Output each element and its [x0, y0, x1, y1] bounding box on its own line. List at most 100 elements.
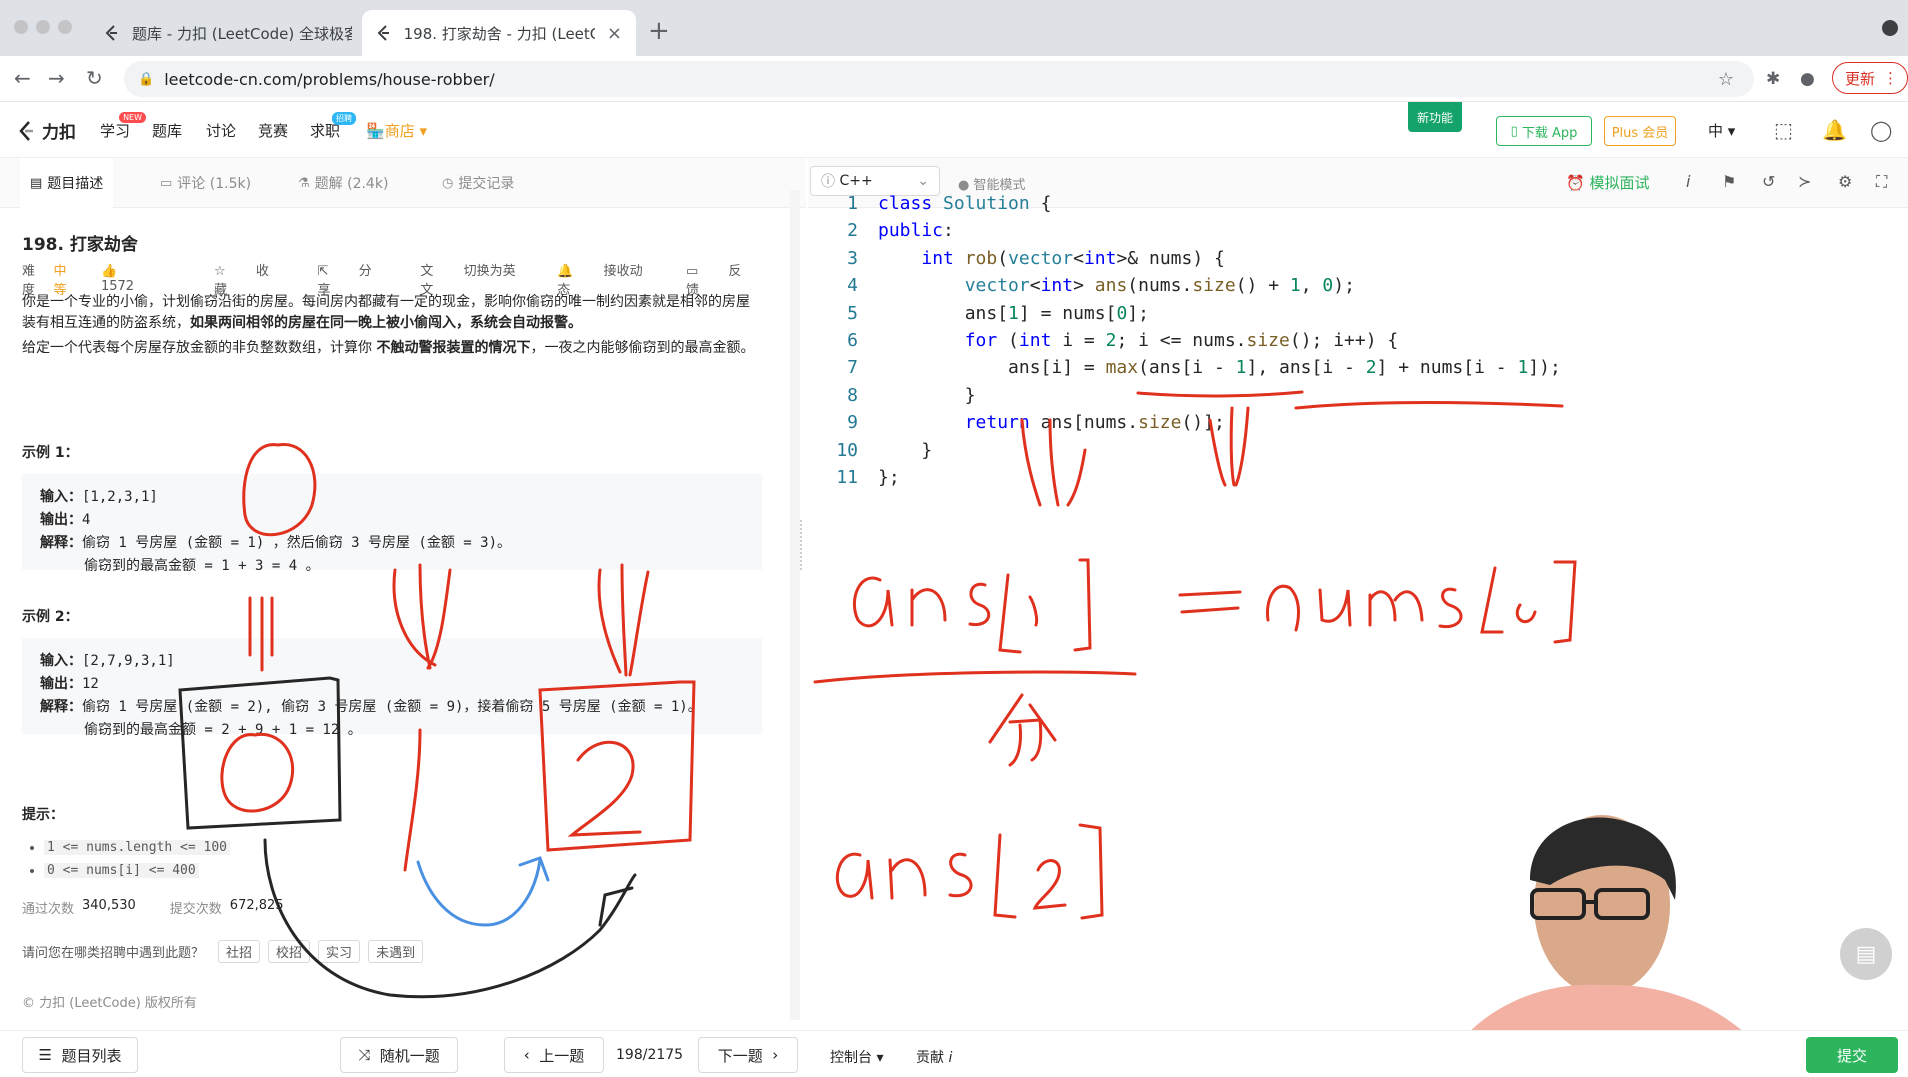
- browser-toolbar: ← → ↻ 🔒 leetcode-cn.com/problems/house-r…: [0, 56, 1908, 102]
- survey-option-campus[interactable]: 校招: [268, 940, 311, 963]
- reset-icon[interactable]: ↺: [1762, 172, 1775, 191]
- new-tab-button[interactable]: +: [648, 16, 670, 46]
- tab-description[interactable]: ▤ 题目描述: [20, 158, 114, 208]
- list-icon: ☰: [38, 1046, 52, 1064]
- nav-jobs[interactable]: 求职 招聘: [310, 112, 357, 141]
- tab-label: 提交记录: [458, 176, 515, 192]
- chevron-right-icon: ›: [772, 1046, 779, 1064]
- more-icon: ⋮: [1883, 69, 1899, 87]
- submissions-label: 提交次数: [169, 902, 222, 917]
- back-icon[interactable]: ←: [14, 66, 31, 90]
- survey-option-social[interactable]: 社招: [218, 940, 261, 963]
- hint-code: 1 <= nums.length <= 100: [44, 840, 231, 855]
- logo-text: 力扣: [42, 123, 76, 143]
- fullscreen-icon[interactable]: ⛶: [1876, 172, 1887, 192]
- para1-bold: 如果两间相邻的房屋在同一晚上被小偷闯入，系统会自动报警。: [190, 315, 582, 331]
- example2-explain2: 偷窃到的最高金额 = 2 + 9 + 1 = 12 。: [84, 722, 362, 738]
- shuffle-icon: ⤨: [358, 1046, 371, 1064]
- tab-submissions[interactable]: ◷ 提交记录: [442, 158, 514, 208]
- notification-bell-icon[interactable]: 🔔: [1822, 118, 1847, 142]
- panel-divider[interactable]: [790, 190, 800, 1020]
- resize-handle[interactable]: [800, 520, 803, 570]
- browser-update-button[interactable]: 更新 ⋮: [1832, 62, 1908, 94]
- terminal-icon[interactable]: ≻: [1798, 172, 1811, 191]
- reload-icon[interactable]: ↻: [86, 66, 103, 90]
- new-feature-badge[interactable]: 新功能: [1408, 102, 1462, 132]
- tab-solutions[interactable]: ⚗ 题解 (2.4k): [298, 158, 388, 208]
- site-navbar: 力扣 学习 NEW 题库 讨论 竞赛 求职 招聘 🏪商店 ▾ 新功能 ▯ 下载 …: [0, 102, 1908, 158]
- hints-heading: 提示：: [22, 807, 64, 823]
- language-select[interactable]: 中 ▾: [1708, 120, 1735, 141]
- nav-learn[interactable]: 学习 NEW: [100, 112, 147, 141]
- extensions-icon[interactable]: ✱: [1766, 69, 1780, 89]
- submit-button[interactable]: 提交: [1806, 1037, 1898, 1073]
- like-button[interactable]: 👍 1572: [101, 264, 188, 294]
- explain-label: 解释：: [40, 535, 82, 551]
- example2-input: [2,7,9,3,1]: [82, 653, 175, 669]
- next-problem-button[interactable]: 下一题 ›: [698, 1037, 798, 1073]
- chevron-down-icon: ⌄: [917, 173, 929, 189]
- contribute-label: 贡献: [916, 1050, 944, 1066]
- problem-counter: 198/2175: [616, 1047, 684, 1063]
- notebook-icon: ▤: [1855, 941, 1877, 967]
- maximize-window-dot[interactable]: [58, 20, 72, 34]
- download-app-button[interactable]: ▯ 下载 App: [1496, 116, 1592, 146]
- interview-icon[interactable]: ⬚: [1774, 118, 1793, 142]
- plus-member-button[interactable]: Plus 会员: [1604, 116, 1676, 146]
- info-italic-icon[interactable]: i: [1686, 172, 1690, 191]
- problem-list-button[interactable]: ☰ 题目列表: [22, 1037, 138, 1073]
- tab-search-icon[interactable]: [1882, 20, 1898, 36]
- flag-icon[interactable]: ⚑: [1722, 172, 1736, 191]
- accepted-count: 340,530: [82, 898, 136, 913]
- prev-problem-button[interactable]: ‹ 上一题: [504, 1037, 604, 1073]
- avatar[interactable]: ◯: [1870, 118, 1892, 142]
- forward-icon[interactable]: →: [48, 66, 65, 90]
- leetcode-logo-icon: [19, 120, 33, 141]
- contribute-link[interactable]: 贡献 i: [916, 1047, 952, 1067]
- settings-gear-icon[interactable]: ⚙: [1838, 172, 1852, 191]
- close-window-dot[interactable]: [14, 20, 28, 34]
- survey-option-intern[interactable]: 实习: [318, 940, 361, 963]
- thumbs-up-icon: 👍: [100, 264, 118, 279]
- example1-output: 4: [82, 512, 91, 528]
- survey-option-none[interactable]: 未遇到: [368, 940, 424, 963]
- tab-label: 题解 (2.4k): [314, 176, 389, 192]
- phone-icon: ▯: [1510, 123, 1518, 139]
- download-label: 下载 App: [1521, 125, 1578, 141]
- tab-label: 评论 (1.5k): [177, 176, 252, 192]
- para2-text-b: ，一夜之内能够偷窃到的最高金额。: [530, 340, 755, 356]
- browser-tabstrip: 题库 - 力扣 (LeetCode) 全球极客… × 198. 打家劫舍 - 力…: [0, 0, 1908, 56]
- nav-shop[interactable]: 🏪商店 ▾: [366, 120, 427, 141]
- hints-list: 1 <= nums.length <= 100 0 <= nums[i] <= …: [44, 836, 231, 882]
- flask-icon: ⚗: [298, 175, 310, 191]
- input-label: 输入：: [40, 489, 82, 505]
- profile-icon[interactable]: ●: [1800, 69, 1815, 89]
- note-fab-button[interactable]: ▤: [1840, 928, 1892, 980]
- console-toggle[interactable]: 控制台 ▾: [830, 1047, 883, 1067]
- browser-tab-house-robber[interactable]: 198. 打家劫舍 - 力扣 (LeetCode) ×: [362, 10, 636, 56]
- site-logo[interactable]: 力扣: [18, 118, 76, 143]
- url-text: leetcode-cn.com/problems/house-robber/: [164, 69, 495, 89]
- update-label: 更新: [1845, 69, 1876, 88]
- tab-comments[interactable]: ▭ 评论 (1.5k): [160, 158, 251, 208]
- shop-label: 商店: [384, 122, 415, 140]
- nav-contest[interactable]: 竞赛: [258, 120, 288, 141]
- tab-title: 题库 - 力扣 (LeetCode) 全球极客…: [132, 24, 352, 43]
- lock-icon: 🔒: [138, 71, 155, 87]
- copyright: © 力扣 (LeetCode) 版权所有: [22, 996, 197, 1011]
- nav-problems[interactable]: 题库: [152, 120, 182, 141]
- prev-label: 上一题: [539, 1046, 585, 1065]
- address-bar[interactable]: 🔒 leetcode-cn.com/problems/house-robber/…: [124, 61, 1754, 97]
- problem-title: 198. 打家劫舍: [22, 235, 138, 255]
- star-icon: ☆: [214, 264, 226, 279]
- accepted-label: 通过次数: [22, 902, 75, 917]
- random-problem-button[interactable]: ⤨ 随机一题: [340, 1037, 458, 1073]
- hint-code: 0 <= nums[i] <= 400: [44, 863, 199, 878]
- problem-description: 198. 打家劫舍 难度 中等 👍 1572 ☆ 收藏 ⇱ 分享 文 切换为英文…: [0, 208, 790, 1030]
- bookmark-star-icon[interactable]: ☆: [1718, 69, 1734, 90]
- nav-discuss[interactable]: 讨论: [206, 120, 236, 141]
- document-icon: ▤: [30, 175, 43, 191]
- minimize-window-dot[interactable]: [36, 20, 50, 34]
- browser-tab-problemset[interactable]: 题库 - 力扣 (LeetCode) 全球极客… ×: [90, 10, 393, 56]
- close-tab-icon[interactable]: ×: [607, 23, 622, 44]
